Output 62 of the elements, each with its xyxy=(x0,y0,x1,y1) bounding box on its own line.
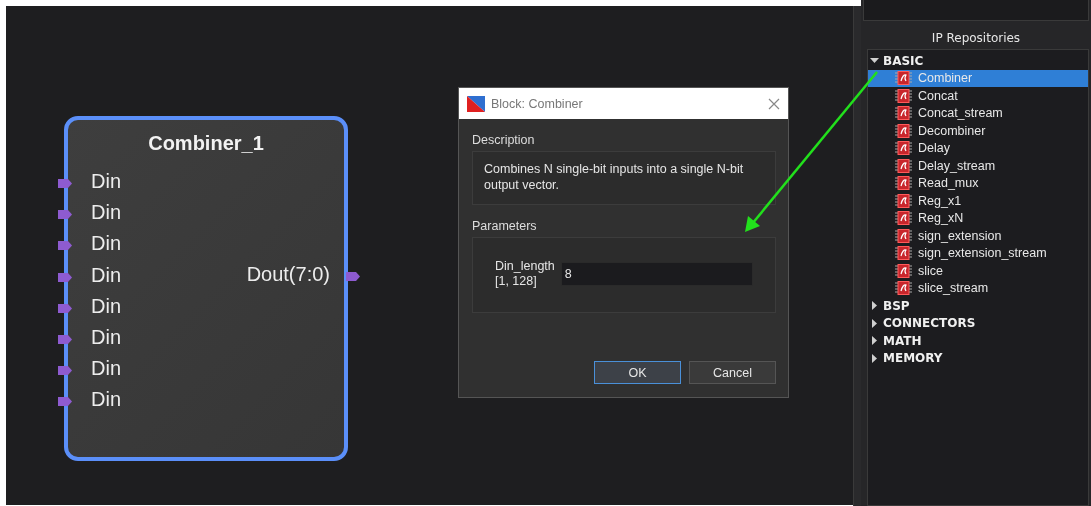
tree-item[interactable]: Concat_stream xyxy=(868,104,1088,122)
tree-item[interactable]: Concat xyxy=(868,87,1088,105)
port-label: Din xyxy=(91,201,121,225)
chip-icon xyxy=(894,158,914,173)
output-port[interactable] xyxy=(346,272,360,281)
app-logo-icon xyxy=(467,95,485,112)
tree-category[interactable]: BASIC xyxy=(868,52,1088,70)
chip-icon xyxy=(894,193,914,208)
input-port[interactable] xyxy=(58,210,72,220)
tree-item[interactable]: sign_extension xyxy=(868,227,1088,245)
input-port[interactable] xyxy=(58,335,72,344)
chip-icon xyxy=(894,263,914,278)
input-port[interactable] xyxy=(58,179,72,188)
tree-category[interactable]: MATH xyxy=(868,332,1088,350)
tree-item[interactable]: Reg_x1 xyxy=(868,192,1088,210)
dialog-title: Block: Combiner xyxy=(491,96,584,111)
port-label: Din xyxy=(91,170,121,193)
combiner-block[interactable]: Combiner_1 Din Din Din Din Din Din Din Din Dout(7:0) xyxy=(64,116,348,461)
tree-item[interactable]: Read_mux xyxy=(868,174,1088,192)
tree-item[interactable]: Delay_stream xyxy=(868,157,1088,175)
parameter-label: Din_length [1, 128] xyxy=(495,259,555,289)
input-port[interactable] xyxy=(58,303,72,313)
port-label: Din xyxy=(91,326,121,349)
port-label: Din xyxy=(91,232,121,256)
port-label: Din xyxy=(91,388,121,412)
chip-icon xyxy=(894,141,914,156)
dialog-button[interactable]: OK xyxy=(594,361,681,384)
chip-icon xyxy=(894,281,914,296)
panel-title: IP Repositories xyxy=(930,30,1022,47)
dialog-button[interactable]: Cancel xyxy=(689,361,776,384)
tree-category[interactable]: CONNECTORS xyxy=(868,314,1088,332)
tree-item[interactable]: Decombiner xyxy=(868,122,1088,140)
chip-icon xyxy=(894,71,914,86)
port-label: Din xyxy=(91,357,121,381)
tree-item[interactable]: Delay xyxy=(868,139,1088,157)
chip-icon xyxy=(894,211,914,226)
description-text: Combines N single-bit inputs into a single N-bit output vector. xyxy=(483,161,745,194)
tree-category[interactable]: BSP xyxy=(868,297,1088,315)
port-label: Din xyxy=(91,263,121,287)
chip-icon xyxy=(894,176,914,191)
port-label: Dout(7:0) xyxy=(246,263,330,286)
tree-item[interactable]: sign_extension_stream xyxy=(868,244,1088,262)
tree-item[interactable]: slice xyxy=(868,262,1088,280)
section-label: Description xyxy=(472,133,536,147)
close-icon[interactable] xyxy=(768,97,780,110)
chip-icon xyxy=(894,106,914,121)
block-title: Combiner_1 xyxy=(147,132,265,155)
caret-icon[interactable] xyxy=(870,56,879,66)
chip-icon xyxy=(894,246,914,261)
chip-icon xyxy=(894,123,914,138)
port-label: Din xyxy=(91,294,121,318)
input-port[interactable] xyxy=(58,272,72,282)
input-port[interactable] xyxy=(58,366,72,376)
chip-icon xyxy=(894,228,914,243)
input-port[interactable] xyxy=(58,241,72,251)
tree-item[interactable]: slice_stream xyxy=(868,279,1088,297)
section-label: Parameters xyxy=(472,219,538,233)
input-port[interactable] xyxy=(58,397,72,407)
input-field[interactable]: 8 xyxy=(560,262,753,286)
tree-category[interactable]: MEMORY xyxy=(868,349,1088,367)
chip-icon xyxy=(894,88,914,103)
tree-item[interactable]: Reg_xN xyxy=(868,209,1088,227)
